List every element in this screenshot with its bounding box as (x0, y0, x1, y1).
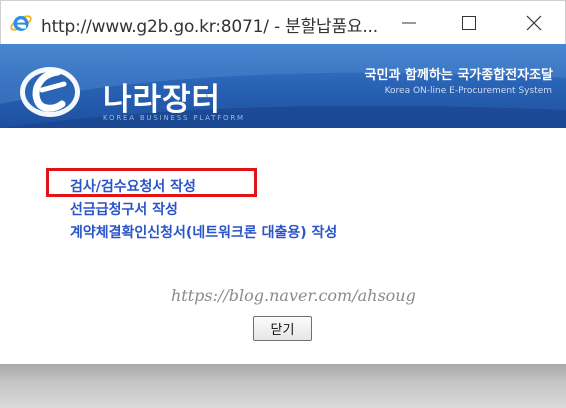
window-close-button[interactable] (509, 1, 559, 45)
footer-bar (0, 364, 566, 408)
advance-payment-claim-link[interactable]: 선금급청구서 작성 (70, 199, 337, 222)
slogan-english: Korea ON-line E-Procurement System (384, 86, 552, 96)
maximize-button[interactable] (444, 1, 494, 45)
header-banner: 나라장터 KOREA BUSINESS PLATFORM 국민과 함께하는 국가… (0, 44, 566, 128)
brand-subtitle: KOREA BUSINESS PLATFORM (103, 114, 245, 122)
slogan: 국민과 함께하는 국가종합전자조달 (364, 68, 553, 83)
blog-watermark: https://blog.naver.com/ahsoug (171, 286, 416, 305)
minimize-icon (402, 22, 416, 24)
nara-logo-icon (18, 60, 82, 120)
maximize-icon (462, 16, 476, 30)
window-title: http://www.g2b.go.kr:8071/ - 분할납품요... (41, 17, 378, 37)
minimize-button[interactable] (384, 1, 434, 45)
internet-explorer-icon (9, 11, 33, 35)
brand-name: 나라장터 (103, 82, 222, 118)
highlight-box (46, 168, 257, 197)
contract-confirmation-link[interactable]: 계약체결확인신청서(네트워크론 대출용) 작성 (70, 222, 337, 245)
close-icon (526, 15, 542, 31)
close-button[interactable]: 닫기 (253, 316, 312, 341)
window-title-bar[interactable]: http://www.g2b.go.kr:8071/ - 분할납품요... (0, 0, 566, 44)
